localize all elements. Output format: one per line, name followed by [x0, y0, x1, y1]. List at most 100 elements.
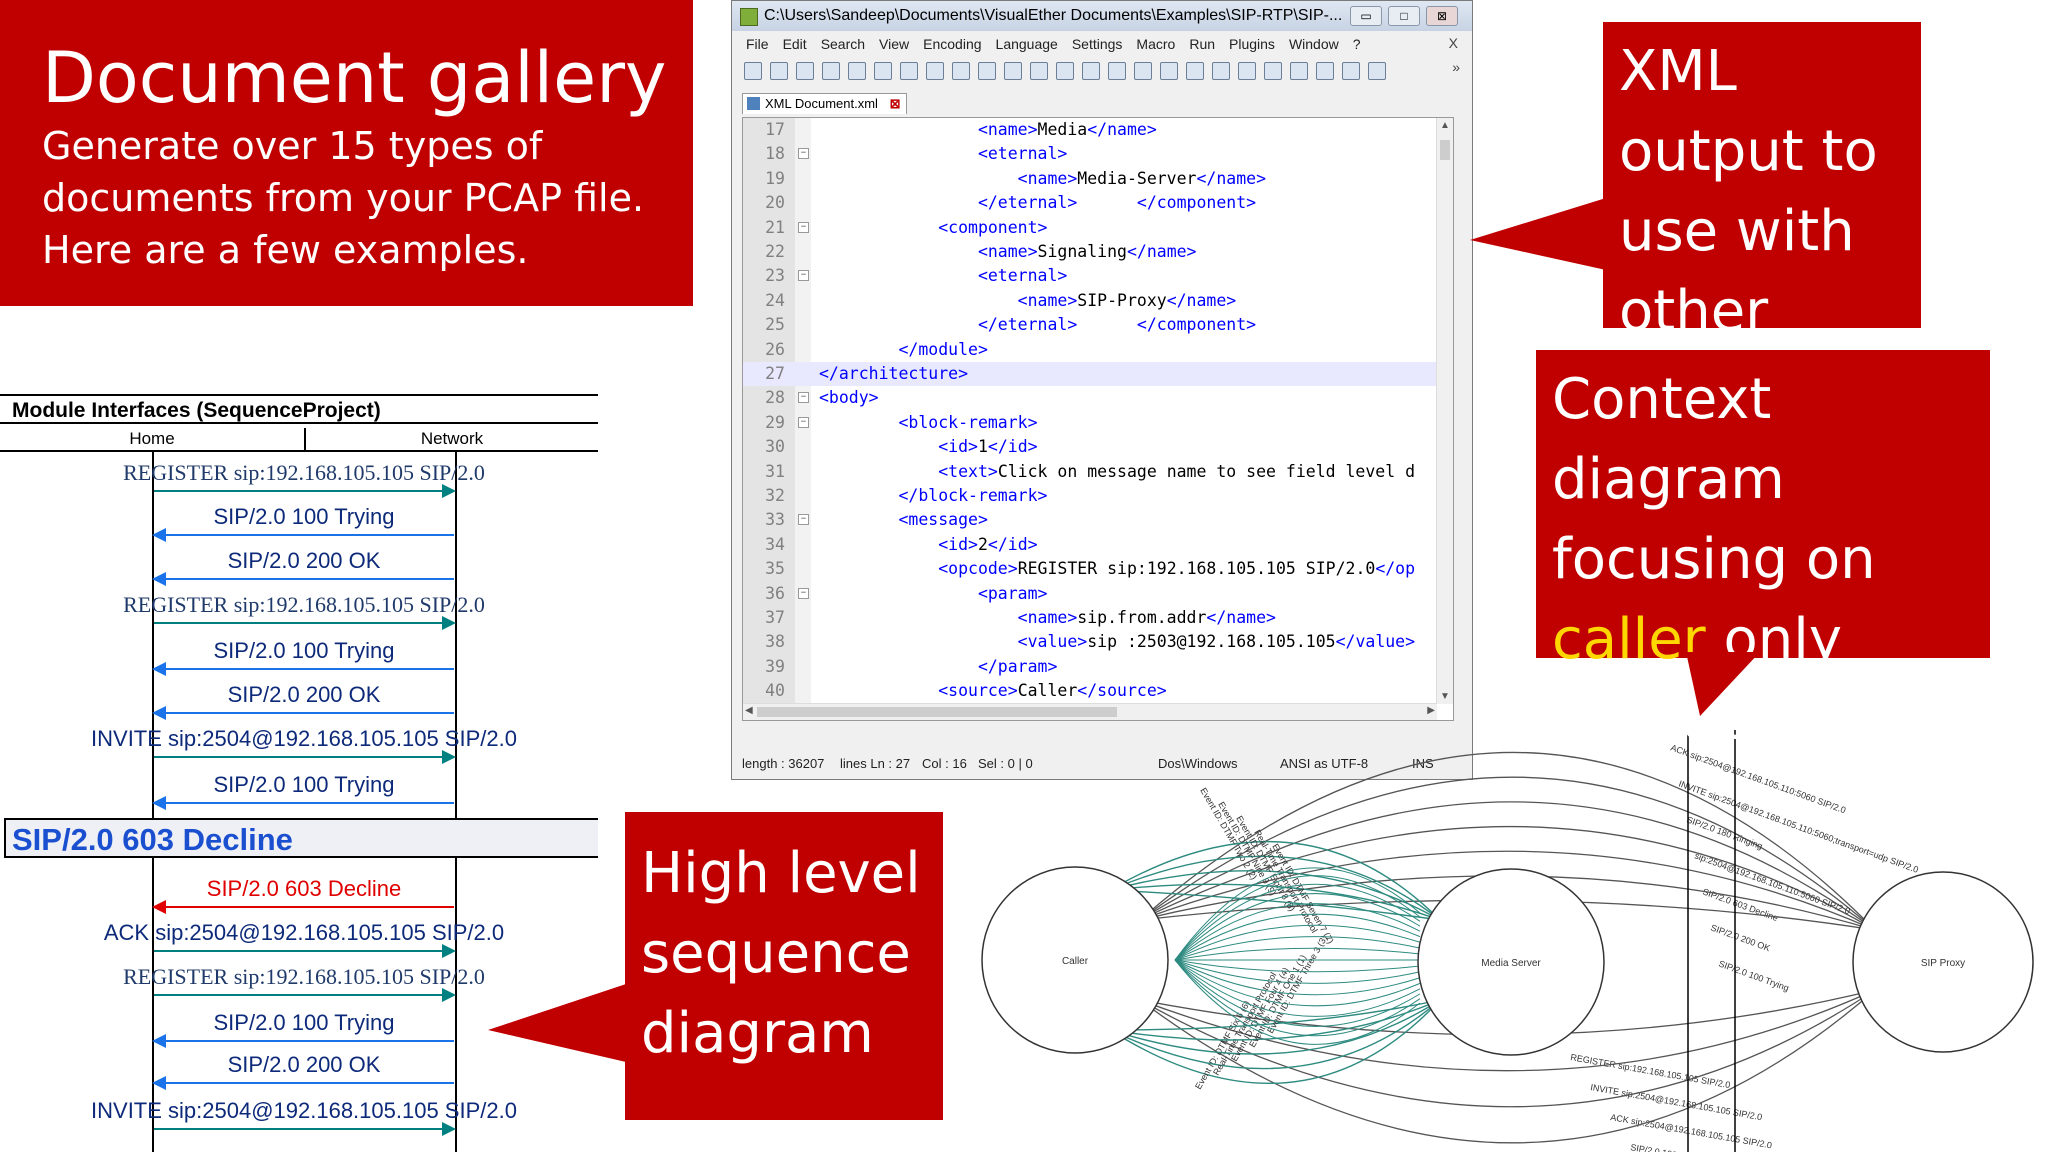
menu-item-search[interactable]: Search [821, 36, 865, 52]
function-list-icon[interactable] [1342, 62, 1360, 80]
macro-record-icon[interactable] [1368, 62, 1386, 80]
fold-toggle-icon[interactable]: − [798, 416, 809, 428]
sync-v-icon[interactable] [1160, 62, 1178, 80]
doc-map-icon[interactable] [1316, 62, 1334, 80]
code-line[interactable]: 40 <source>Caller</source> [743, 679, 1453, 703]
menu-item-file[interactable]: File [746, 36, 769, 52]
window-titlebar[interactable]: C:\Users\Sandeep\Documents\VisualEther D… [732, 1, 1472, 31]
code-line[interactable]: 34 <id>2</id> [743, 533, 1453, 557]
code-line[interactable]: 17 <name>Media</name> [743, 118, 1453, 142]
code-line[interactable]: 31 <text>Click on message name to see fi… [743, 460, 1453, 484]
code-line[interactable]: 26 </module> [743, 338, 1453, 362]
line-number: 31 [765, 461, 785, 481]
menu-close-icon[interactable]: X [1449, 35, 1458, 51]
arrowhead-icon [442, 484, 456, 498]
scroll-left-icon[interactable]: ◀ [745, 705, 753, 716]
fold-toggle-icon[interactable]: − [798, 514, 809, 526]
menu-item-help[interactable]: ? [1353, 36, 1361, 52]
code-text: <name>sip.from.addr</name> [819, 606, 1276, 630]
fold-toggle-icon[interactable]: − [798, 221, 809, 233]
cut-icon[interactable] [926, 62, 944, 80]
code-line[interactable]: 18 − <eternal> [743, 142, 1453, 166]
menu-item-macro[interactable]: Macro [1136, 36, 1175, 52]
scroll-up-icon[interactable]: ▲ [1440, 120, 1450, 131]
code-line[interactable]: 21 − <component> [743, 216, 1453, 240]
scroll-thumb-h[interactable] [757, 707, 1117, 717]
code-line[interactable]: 28 − <body> [743, 386, 1453, 410]
all-chars-icon[interactable] [1238, 62, 1256, 80]
close-button[interactable]: ⊠ [1426, 6, 1458, 26]
code-text: <id>2</id> [819, 533, 1037, 557]
code-line[interactable]: 22 <name>Signaling</name> [743, 240, 1453, 264]
toolbar-overflow-icon[interactable]: » [1452, 59, 1460, 75]
code-editor[interactable]: 17 <name>Media</name> 18− <eternal> 19 <na… [742, 117, 1454, 721]
code-line[interactable]: 37 <name>sip.from.addr</name> [743, 606, 1453, 630]
new-icon[interactable] [744, 62, 762, 80]
menu-item-settings[interactable]: Settings [1072, 36, 1123, 52]
paste-icon[interactable] [978, 62, 996, 80]
redo-icon[interactable] [1030, 62, 1048, 80]
code-line[interactable]: 33 − <message> [743, 508, 1453, 532]
maximize-button[interactable]: □ [1388, 6, 1420, 26]
minimize-button[interactable]: ▭ [1350, 6, 1382, 26]
code-line[interactable]: 29 − <block-remark> [743, 411, 1453, 435]
tab-close-icon[interactable]: ⊠ [890, 94, 901, 114]
code-line[interactable]: 36 − <param> [743, 582, 1453, 606]
scroll-right-icon[interactable]: ▶ [1427, 705, 1435, 716]
vertical-scrollbar[interactable]: ▲ ▼ [1436, 118, 1453, 704]
code-text: </architecture> [819, 362, 968, 386]
code-line[interactable]: 30 <id>1</id> [743, 435, 1453, 459]
code-line[interactable]: 19 <name>Media-Server</name> [743, 167, 1453, 191]
notepad-editor-window[interactable]: C:\Users\Sandeep\Documents\VisualEther D… [731, 0, 1473, 780]
menu-item-encoding[interactable]: Encoding [923, 36, 981, 52]
menu-item-view[interactable]: View [879, 36, 909, 52]
tab-label: XML Document.xml [765, 96, 878, 111]
menu-item-plugins[interactable]: Plugins [1229, 36, 1275, 52]
menu-item-edit[interactable]: Edit [783, 36, 807, 52]
menu-item-language[interactable]: Language [996, 36, 1058, 52]
close-icon[interactable] [848, 62, 866, 80]
code-line[interactable]: 25 </eternal> </component> [743, 313, 1453, 337]
fold-toggle-icon[interactable]: − [798, 148, 809, 160]
close-all-icon[interactable] [874, 62, 892, 80]
fold-toggle-icon[interactable]: − [798, 587, 809, 599]
menu-item-window[interactable]: Window [1289, 36, 1339, 52]
menu-item-run[interactable]: Run [1189, 36, 1215, 52]
code-line[interactable]: 35 <opcode>REGISTER sip:192.168.105.105 … [743, 557, 1453, 581]
sequence-message-arrow [154, 750, 456, 764]
xml-tag: <message> [819, 510, 988, 530]
xml-tag: <text> [819, 461, 998, 481]
code-text: </eternal> </component> [819, 313, 1256, 337]
undo-icon[interactable] [1004, 62, 1022, 80]
find-icon[interactable] [1056, 62, 1074, 80]
tab-xml-document[interactable]: XML Document.xml ⊠ [742, 93, 908, 114]
code-line[interactable]: 24 <name>SIP-Proxy</name> [743, 289, 1453, 313]
zoom-out-icon[interactable] [1134, 62, 1152, 80]
udl-icon[interactable] [1290, 62, 1308, 80]
xml-tag: </name> [1166, 290, 1237, 310]
horizontal-scrollbar[interactable]: ◀ ▶ [743, 703, 1437, 720]
copy-icon[interactable] [952, 62, 970, 80]
scroll-thumb[interactable] [1440, 140, 1450, 160]
code-line[interactable]: 38 <value>sip :2503@192.168.105.105</val… [743, 630, 1453, 654]
scroll-down-icon[interactable]: ▼ [1440, 691, 1450, 702]
code-line[interactable]: 32 </block-remark> [743, 484, 1453, 508]
zoom-in-icon[interactable] [1108, 62, 1126, 80]
indent-guide-icon[interactable] [1264, 62, 1282, 80]
code-line[interactable]: 23 − <eternal> [743, 264, 1453, 288]
code-line[interactable]: 20 </eternal> </component> [743, 191, 1453, 215]
code-line[interactable]: 27 </architecture> [743, 362, 1453, 387]
notepad-app-icon [740, 8, 758, 26]
code-text: <name>SIP-Proxy</name> [819, 289, 1237, 313]
code-line[interactable]: 39 </param> [743, 655, 1453, 679]
replace-icon[interactable] [1082, 62, 1100, 80]
wrap-icon[interactable] [1212, 62, 1230, 80]
sync-h-icon[interactable] [1186, 62, 1204, 80]
sequence-message-label: SIP/2.0 200 OK [227, 682, 381, 707]
fold-toggle-icon[interactable]: − [798, 392, 809, 404]
fold-toggle-icon[interactable]: − [798, 270, 809, 282]
open-icon[interactable] [770, 62, 788, 80]
save-all-icon[interactable] [822, 62, 840, 80]
print-icon[interactable] [900, 62, 918, 80]
save-icon[interactable] [796, 62, 814, 80]
